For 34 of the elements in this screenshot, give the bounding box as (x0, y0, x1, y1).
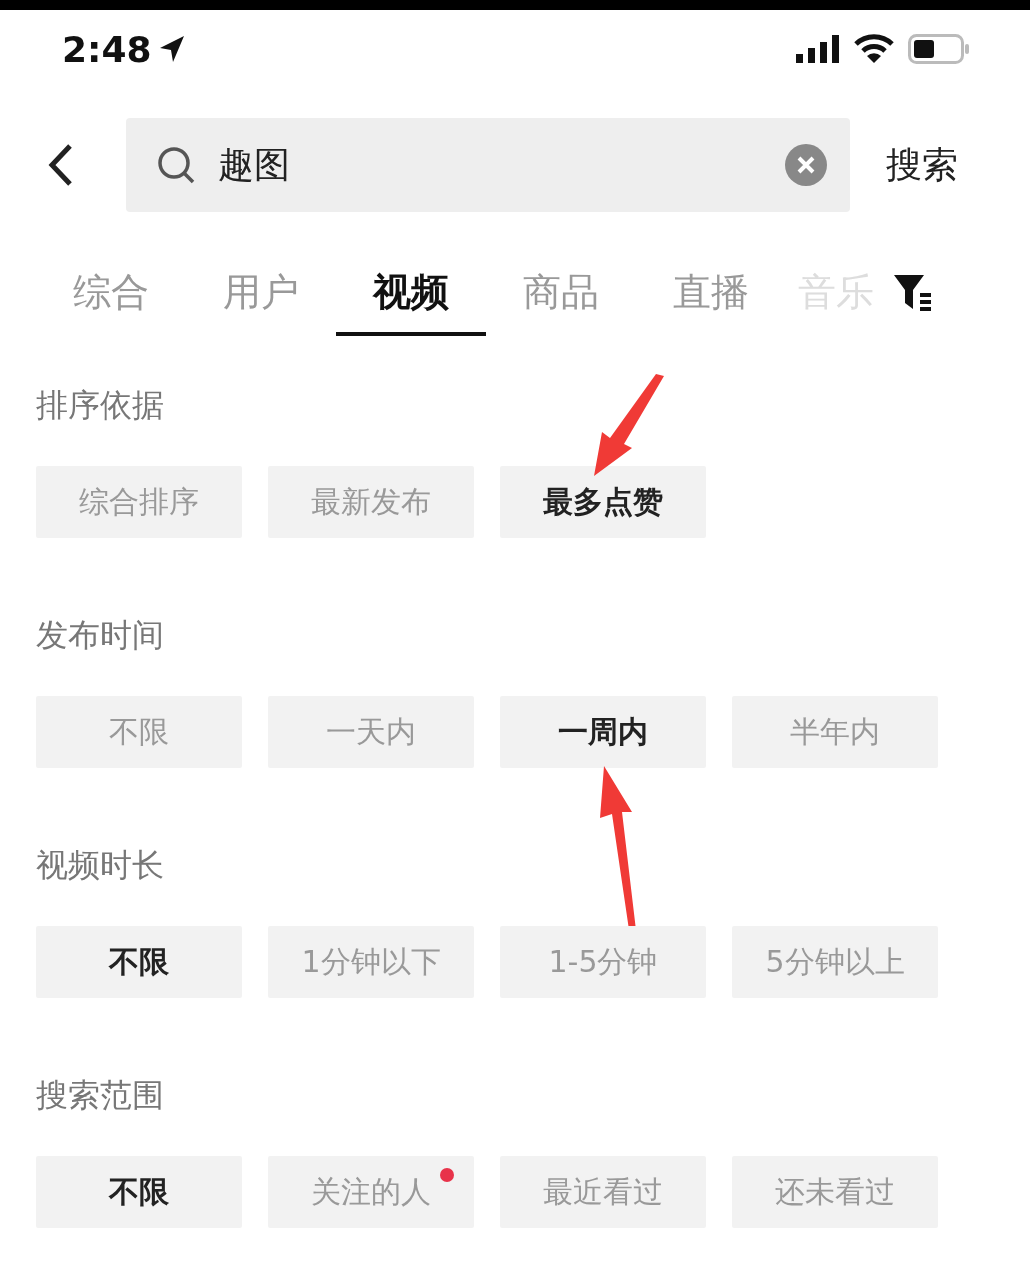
filter-section-title: 发布时间 (36, 615, 165, 656)
filter-option[interactable]: 半年内 (732, 696, 938, 768)
clear-icon[interactable] (784, 143, 828, 187)
filter-option[interactable]: 最多点赞 (500, 466, 706, 538)
filter-icon[interactable] (894, 273, 932, 311)
filter-option[interactable]: 1分钟以下 (268, 926, 474, 998)
filter-option[interactable]: 综合排序 (36, 466, 242, 538)
category-tab[interactable]: 直播 (636, 248, 786, 336)
search-button[interactable]: 搜索 (886, 140, 958, 190)
battery-icon (908, 34, 970, 64)
filter-option[interactable]: 关注的人 (268, 1156, 474, 1228)
filter-option[interactable]: 5分钟以上 (732, 926, 938, 998)
filter-section-title: 搜索范围 (36, 1075, 165, 1116)
clock-time: 2:48 (62, 28, 152, 70)
search-icon (156, 145, 196, 185)
category-tab[interactable]: 商品 (486, 248, 636, 336)
category-tab[interactable]: 用户 (186, 248, 336, 336)
search-bar[interactable]: 趣图 (126, 118, 850, 212)
signal-icon (796, 35, 840, 63)
filter-section-title: 排序依据 (36, 385, 165, 426)
filter-option[interactable]: 不限 (36, 696, 242, 768)
filter-option[interactable]: 还未看过 (732, 1156, 938, 1228)
filter-option[interactable]: 1-5分钟 (500, 926, 706, 998)
search-input[interactable]: 趣图 (216, 143, 784, 187)
category-tab[interactable]: 综合 (36, 248, 186, 336)
filter-option[interactable]: 一周内 (500, 696, 706, 768)
wifi-icon (854, 34, 894, 64)
filter-option[interactable]: 一天内 (268, 696, 474, 768)
filter-option[interactable]: 不限 (36, 1156, 242, 1228)
filter-section-title: 视频时长 (36, 845, 165, 886)
category-tab[interactable]: 视频 (336, 248, 486, 336)
filter-option[interactable]: 不限 (36, 926, 242, 998)
filter-option[interactable]: 最新发布 (268, 466, 474, 538)
filter-option[interactable]: 最近看过 (500, 1156, 706, 1228)
